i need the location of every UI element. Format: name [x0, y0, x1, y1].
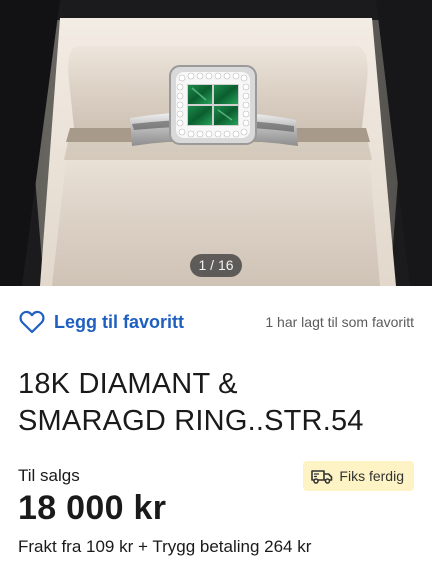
add-to-favorites-button[interactable]: Legg til favoritt	[18, 308, 184, 336]
product-photo[interactable]: 1 / 16	[0, 0, 432, 286]
favorite-row: Legg til favoritt 1 har lagt til som fav…	[0, 300, 432, 344]
listing-title-line-1: 18K DIAMANT &	[18, 368, 238, 400]
listing-title-line-2: SMARAGD RING..STR.54	[18, 405, 364, 437]
image-counter: 1 / 16	[190, 254, 242, 277]
shipping-ready-badge: Fiks ferdig	[303, 461, 414, 491]
heart-outline-icon	[18, 308, 46, 336]
listing-title: 18K DIAMANT & SMARAGD RING..STR.54	[18, 366, 418, 440]
delivery-truck-icon	[311, 468, 333, 484]
sale-status: Til salgs	[18, 466, 80, 485]
shipping-info: Frakt fra 109 kr + Trygg betaling 264 kr	[18, 537, 312, 556]
ring-photo-image	[0, 0, 432, 286]
price: 18 000 kr	[18, 489, 167, 527]
favorite-count-text: 1 har lagt til som favoritt	[265, 314, 414, 330]
add-to-favorites-label: Legg til favoritt	[54, 311, 184, 332]
shipping-ready-label: Fiks ferdig	[339, 468, 404, 484]
